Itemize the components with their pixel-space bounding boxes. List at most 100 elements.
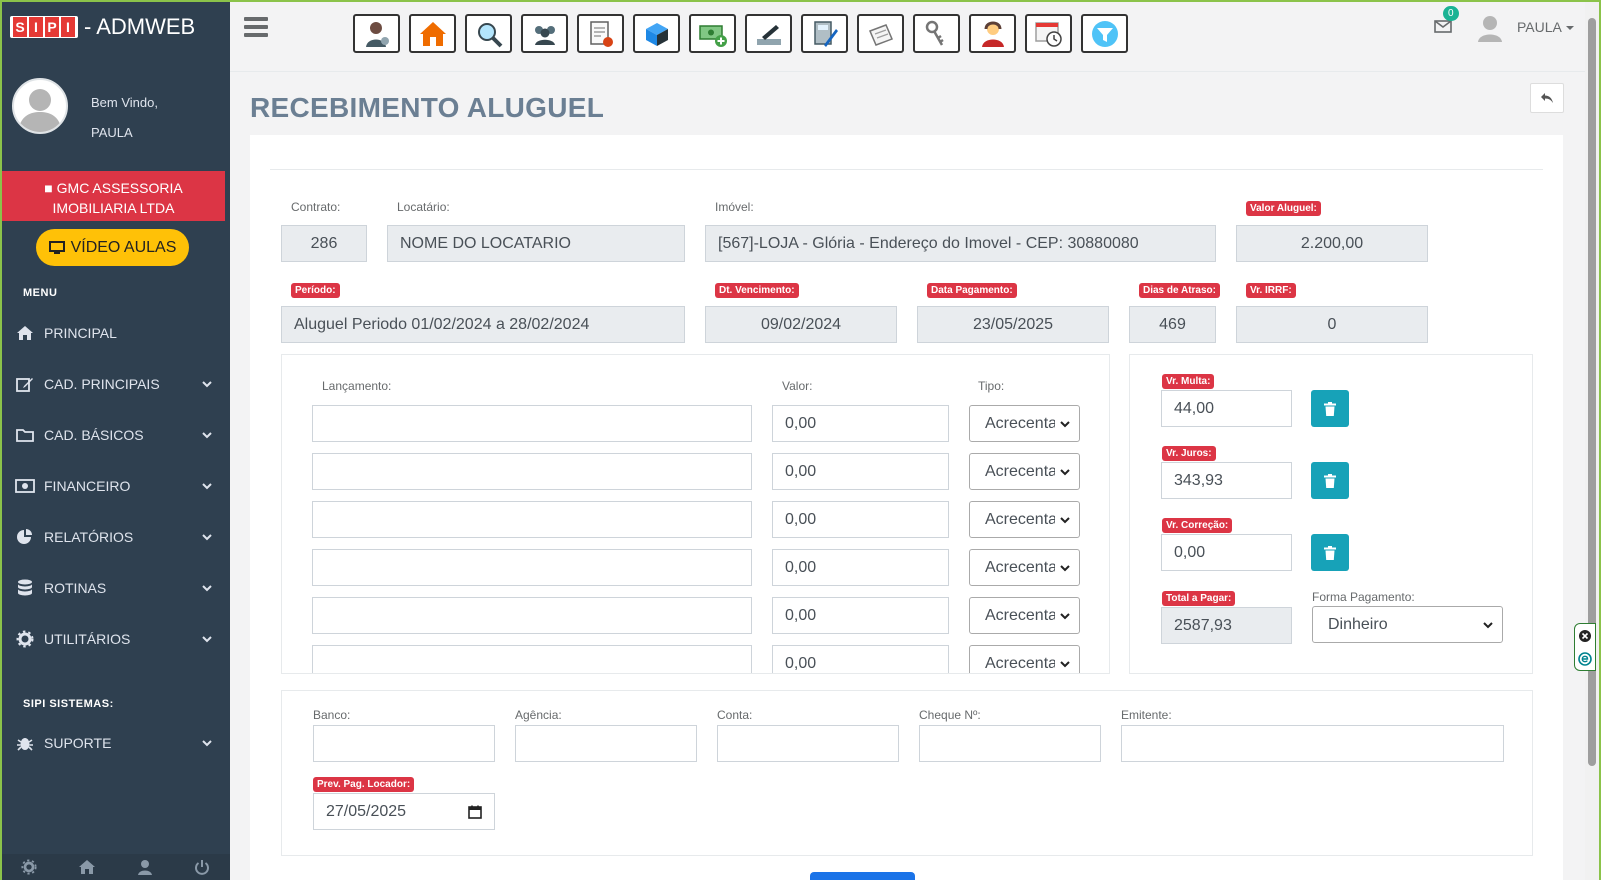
conta-input[interactable] [717,725,899,762]
valor-input[interactable]: 0,00 [772,453,949,490]
data-pagamento-label: Data Pagamento: [927,283,1017,298]
extension-e-icon[interactable] [1578,651,1592,666]
sidebar-item-cad-principais[interactable]: CAD. PRINCIPAIS [14,369,214,399]
dias-atraso-field[interactable]: 469 [1129,306,1216,343]
banco-input[interactable] [313,725,495,762]
chevron-down-icon [1060,468,1070,475]
confirm-button[interactable] [810,872,915,880]
chevron-down-icon [1060,612,1070,619]
brand-name: - ADMWEB [84,14,196,39]
prev-pag-locador-input[interactable]: 27/05/2025 [313,793,495,830]
locador-button[interactable] [353,14,400,53]
avatar[interactable] [12,78,68,134]
agenda-button[interactable] [1025,14,1072,53]
dt-vencimento-field[interactable]: 09/02/2024 [705,306,897,343]
lancamento-input[interactable] [312,405,752,442]
caret-down-icon [1566,26,1574,30]
tipo-select[interactable]: Acrecentar [969,645,1080,673]
vr-correcao-input[interactable]: 0,00 [1161,534,1292,571]
cheque-no-input[interactable] [919,725,1101,762]
locatario-field[interactable]: NOME DO LOCATARIO [387,225,685,262]
boleto-button[interactable] [633,14,680,53]
sidebar-item-rotinas[interactable]: ROTINAS [14,573,214,603]
agenda-icon [1034,21,1062,47]
tipo-select[interactable]: Acrecentar [969,597,1080,634]
sidebar-footer [0,854,230,880]
reply-icon [1541,93,1553,103]
valor-input[interactable]: 0,00 [772,645,949,673]
conta-label: Conta: [717,708,753,722]
power-icon[interactable] [194,859,210,875]
vr-irrf-field[interactable]: 0 [1236,306,1428,343]
clear-correcao-button[interactable] [1311,534,1349,571]
periodo-field[interactable]: Aluguel Periodo 01/02/2024 a 28/02/2024 [281,306,685,343]
lancamento-input[interactable] [312,549,752,586]
forma-pagamento-label: Forma Pagamento: [1312,590,1415,604]
clear-juros-button[interactable] [1311,462,1349,499]
company-banner[interactable]: ■ GMC ASSESSORIA IMOBILIARIA LTDA [2,171,225,221]
tipo-select[interactable]: Acrecentar [969,549,1080,586]
tipo-select-value: Acrecentar [985,654,1055,672]
valor-aluguel-field[interactable]: 2.200,00 [1236,225,1428,262]
lancamento-input[interactable] [312,501,752,538]
data-pagamento-field[interactable]: 23/05/2025 [917,306,1109,343]
valor-input[interactable]: 0,00 [772,405,949,442]
tipo-select[interactable]: Acrecentar [969,405,1080,442]
vr-juros-input[interactable]: 343,93 [1161,462,1292,499]
emitente-input[interactable] [1121,725,1504,762]
user-avatar-icon[interactable] [1477,14,1503,42]
lancamento-input[interactable] [312,645,752,673]
sidebar: S I P I - ADMWEB Bem Vindo, PAULA ■ GMC … [0,0,230,880]
vr-multa-input[interactable]: 44,00 [1161,390,1292,427]
clear-multa-button[interactable] [1311,390,1349,427]
user-menu[interactable]: PAULA [1517,19,1575,35]
sidebar-item-relatorios[interactable]: RELATÓRIOS [14,522,214,552]
chaves-button[interactable] [913,14,960,53]
sidebar-item-label: PRINCIPAL [44,325,117,341]
forma-pagamento-select[interactable]: Dinheiro [1312,606,1503,643]
contrato-field[interactable]: 286 [281,225,367,262]
imovel-field[interactable]: [567]-LOJA - Glória - Endereço do Imovel… [705,225,1216,262]
browser-extension-widget[interactable] [1574,623,1596,671]
documentos-button[interactable] [857,14,904,53]
close-circle-icon[interactable] [1578,629,1592,643]
sidebar-item-cad-basicos[interactable]: CAD. BÁSICOS [14,420,214,450]
vistoria-button[interactable] [465,14,512,53]
sidebar-item-principal[interactable]: PRINCIPAL [14,318,214,348]
calendar-icon[interactable] [468,805,482,819]
lancamento-input[interactable] [312,597,752,634]
valor-input[interactable]: 0,00 [772,597,949,634]
valor-column-header: Valor: [782,379,813,393]
sidebar-item-suporte[interactable]: SUPORTE [14,728,214,758]
pagamento-icon [756,24,781,45]
user-icon[interactable] [137,859,153,875]
agencia-input[interactable] [515,725,697,762]
total-pagar-field[interactable]: 2587,93 [1161,607,1292,644]
atendente-button[interactable] [969,14,1016,53]
calculadora-button[interactable] [801,14,848,53]
locatarios-button[interactable] [521,14,568,53]
tipo-select[interactable]: Acrecentar [969,453,1080,490]
lancamento-input[interactable] [312,453,752,490]
contrato-button[interactable] [577,14,624,53]
chevron-down-icon [1060,420,1070,427]
tipo-select[interactable]: Acrecentar [969,501,1080,538]
banco-label: Banco: [313,708,351,722]
pagamento-button[interactable] [745,14,792,53]
home-icon[interactable] [78,859,96,875]
sidebar-item-financeiro[interactable]: FINANCEIRO [14,471,214,501]
valor-input[interactable]: 0,00 [772,501,949,538]
brand[interactable]: S I P I - ADMWEB [10,14,195,40]
menu-toggle-icon[interactable] [244,17,268,37]
valor-input[interactable]: 0,00 [772,549,949,586]
filtro-button[interactable] [1081,14,1128,53]
imovel-button[interactable] [409,14,456,53]
sidebar-item-label: SUPORTE [44,735,112,751]
lancamento-column-header: Lançamento: [322,379,392,393]
gear-icon[interactable] [20,859,37,875]
video-aulas-button[interactable]: VÍDEO AULAS [36,229,189,266]
sidebar-item-label: CAD. BÁSICOS [44,427,144,443]
sidebar-item-utilitarios[interactable]: UTILITÁRIOS [14,624,214,654]
back-button[interactable] [1530,83,1564,113]
receber-button[interactable] [689,14,736,53]
